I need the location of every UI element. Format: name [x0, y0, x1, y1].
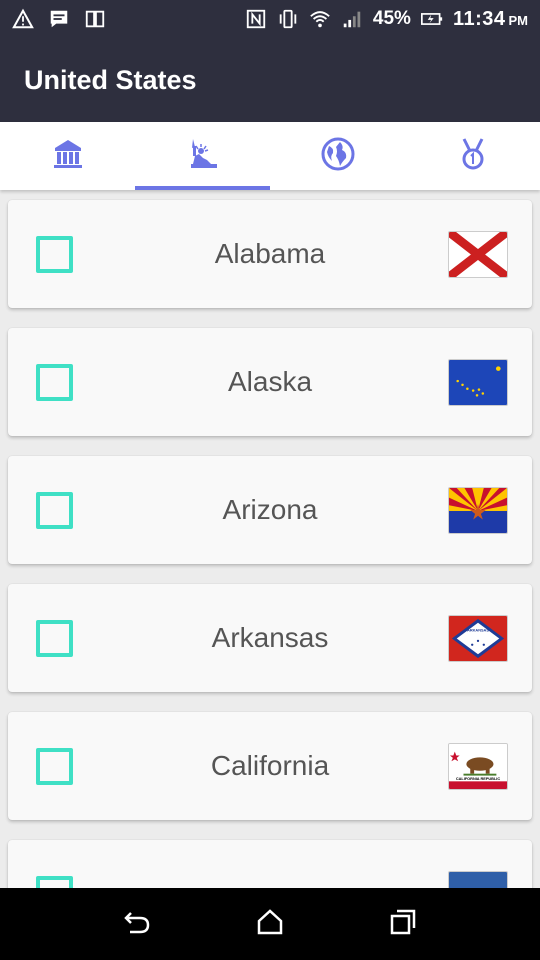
back-button[interactable] — [117, 904, 157, 944]
system-nav-bar — [0, 888, 540, 960]
checkbox[interactable] — [36, 491, 73, 529]
svg-text:ARKANSAS: ARKANSAS — [467, 628, 489, 632]
home-icon — [255, 907, 285, 942]
list-item-california[interactable]: California CALIFORNIA REPUBLIC — [8, 712, 532, 820]
arkansas-flag-icon: ARKANSAS — [448, 614, 508, 662]
flag-icon — [448, 870, 508, 888]
checkbox[interactable] — [36, 875, 73, 888]
clock-ampm: PM — [508, 12, 529, 28]
checkbox[interactable] — [36, 235, 73, 273]
svg-text:CALIFORNIA REPUBLIC: CALIFORNIA REPUBLIC — [456, 776, 501, 780]
clock-time: 11:34 — [452, 7, 506, 30]
tab-bar — [0, 122, 540, 190]
recents-button[interactable] — [383, 904, 423, 944]
tab-achievements[interactable] — [405, 122, 540, 190]
app-bar: United States — [0, 38, 540, 122]
device-icon — [84, 8, 106, 30]
nfc-icon — [245, 8, 267, 30]
list-item-alaska[interactable]: Alaska — [8, 328, 532, 436]
tab-world[interactable] — [270, 122, 405, 190]
screen: 45% 11:34 PM United States Alabama Alask… — [0, 0, 540, 960]
battery-icon — [420, 8, 443, 30]
page-title: United States — [24, 64, 197, 95]
battery-percent: 45% — [372, 8, 411, 29]
california-flag-icon: CALIFORNIA REPUBLIC — [448, 742, 508, 790]
state-list: Alabama Alaska Arizona Arkansas ARKANSAS… — [0, 190, 540, 888]
recents-icon — [388, 907, 418, 942]
list-item[interactable] — [8, 840, 532, 888]
tab-capitol[interactable] — [0, 122, 135, 190]
alabama-flag-icon — [448, 230, 508, 278]
alaska-flag-icon — [448, 358, 508, 406]
back-icon — [122, 907, 152, 942]
checkbox[interactable] — [36, 747, 73, 785]
status-bar: 45% 11:34 PM — [0, 0, 540, 38]
vibrate-icon — [277, 8, 299, 30]
alert-icon — [12, 8, 34, 30]
message-icon — [48, 8, 70, 30]
globe-icon — [320, 136, 356, 177]
wifi-icon — [309, 8, 331, 30]
statue-of-liberty-icon — [185, 136, 221, 177]
tab-states[interactable] — [135, 122, 270, 190]
checkbox[interactable] — [36, 363, 73, 401]
checkbox[interactable] — [36, 619, 73, 657]
arizona-flag-icon — [448, 486, 508, 534]
home-button[interactable] — [250, 904, 290, 944]
signal-icon — [341, 8, 363, 30]
list-item-arkansas[interactable]: Arkansas ARKANSAS — [8, 584, 532, 692]
medal-icon — [455, 136, 491, 177]
list-item-alabama[interactable]: Alabama — [8, 200, 532, 308]
capitol-building-icon — [50, 136, 86, 177]
list-item-arizona[interactable]: Arizona — [8, 456, 532, 564]
